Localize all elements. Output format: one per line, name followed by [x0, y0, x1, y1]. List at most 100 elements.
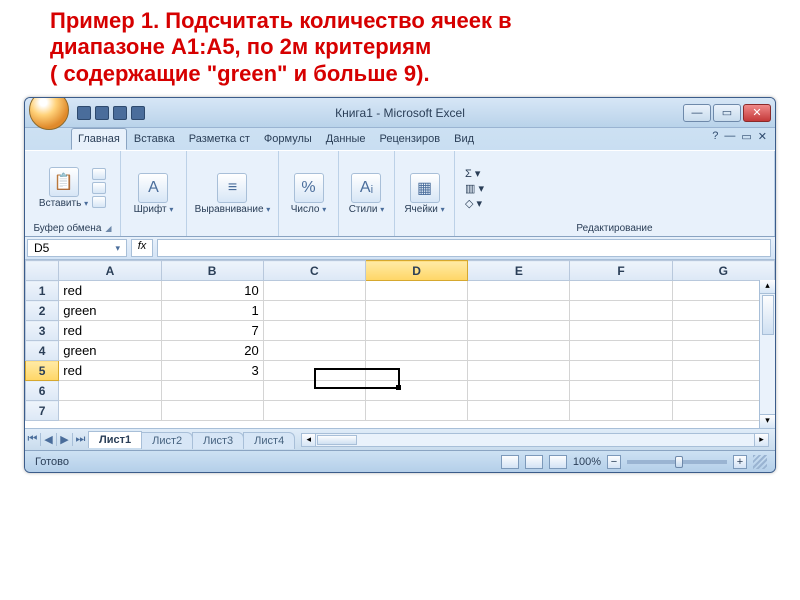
- cell-E7[interactable]: [468, 401, 570, 421]
- zoom-out-button[interactable]: −: [607, 455, 621, 469]
- font-icon[interactable]: A: [138, 173, 168, 203]
- clipboard-dialog-launcher-icon[interactable]: ◢: [101, 224, 111, 233]
- cell-E5[interactable]: [468, 361, 570, 381]
- number-icon[interactable]: %: [294, 173, 324, 203]
- tab-review[interactable]: Рецензиров: [373, 128, 448, 150]
- cell-B2[interactable]: 1: [161, 301, 263, 321]
- cell-C7[interactable]: [263, 401, 365, 421]
- name-box[interactable]: D5 ▾: [27, 239, 127, 257]
- cell-D2[interactable]: [365, 301, 467, 321]
- autosum-button[interactable]: Σ ▾: [465, 167, 484, 180]
- cell-D4[interactable]: [365, 341, 467, 361]
- insert-function-button[interactable]: fx: [131, 239, 153, 257]
- cell-D3[interactable]: [365, 321, 467, 341]
- cell-F1[interactable]: [570, 281, 672, 301]
- cell-E4[interactable]: [468, 341, 570, 361]
- row-header-5[interactable]: 5: [26, 361, 59, 381]
- scroll-down-icon[interactable]: ▾: [760, 414, 775, 428]
- font-label[interactable]: Шрифт: [134, 204, 167, 215]
- cell-F5[interactable]: [570, 361, 672, 381]
- cell-C3[interactable]: [263, 321, 365, 341]
- col-header-E[interactable]: E: [468, 261, 570, 281]
- format-painter-icon[interactable]: [92, 196, 106, 208]
- clear-button[interactable]: ◇ ▾: [465, 197, 484, 210]
- cell-D7[interactable]: [365, 401, 467, 421]
- cell-F2[interactable]: [570, 301, 672, 321]
- cell-A1[interactable]: red: [59, 281, 161, 301]
- row-header-1[interactable]: 1: [26, 281, 59, 301]
- cell-E1[interactable]: [468, 281, 570, 301]
- cell-B6[interactable]: [161, 381, 263, 401]
- zoom-slider[interactable]: [627, 460, 727, 464]
- resize-grip-icon[interactable]: [753, 455, 767, 469]
- cell-B4[interactable]: 20: [161, 341, 263, 361]
- cells-label[interactable]: Ячейки: [404, 204, 438, 215]
- cell-B3[interactable]: 7: [161, 321, 263, 341]
- horizontal-scrollbar[interactable]: ◂ ▸: [301, 433, 769, 447]
- cell-B7[interactable]: [161, 401, 263, 421]
- sheet-tab-1[interactable]: Лист1: [88, 431, 142, 448]
- number-label[interactable]: Число: [291, 204, 320, 215]
- cell-E2[interactable]: [468, 301, 570, 321]
- view-normal-button[interactable]: [501, 455, 519, 469]
- cell-E3[interactable]: [468, 321, 570, 341]
- cell-B1[interactable]: 10: [161, 281, 263, 301]
- styles-icon[interactable]: Aᵢ: [351, 173, 381, 203]
- tab-view[interactable]: Вид: [447, 128, 481, 150]
- mdi-minimize-icon[interactable]: —: [724, 130, 735, 150]
- copy-icon[interactable]: [92, 182, 106, 194]
- tab-nav-last-icon[interactable]: ⏭: [73, 433, 89, 446]
- cell-C1[interactable]: [263, 281, 365, 301]
- sheet-tab-2[interactable]: Лист2: [141, 432, 193, 449]
- cell-C2[interactable]: [263, 301, 365, 321]
- mdi-restore-icon[interactable]: ▭: [741, 130, 751, 150]
- cell-A6[interactable]: [59, 381, 161, 401]
- cell-A3[interactable]: red: [59, 321, 161, 341]
- cells-icon[interactable]: ▦: [410, 173, 440, 203]
- styles-label[interactable]: Стили: [349, 204, 378, 215]
- hscroll-thumb[interactable]: [317, 435, 357, 445]
- tab-insert[interactable]: Вставка: [127, 128, 182, 150]
- vscroll-thumb[interactable]: [762, 295, 774, 335]
- fill-button[interactable]: ▥ ▾: [465, 182, 484, 195]
- cell-B5[interactable]: 3: [161, 361, 263, 381]
- scroll-left-icon[interactable]: ◂: [302, 434, 316, 446]
- sheet-tab-4[interactable]: Лист4: [243, 432, 295, 449]
- vertical-scrollbar[interactable]: ▴ ▾: [759, 280, 775, 428]
- col-header-B[interactable]: B: [161, 261, 263, 281]
- tab-data[interactable]: Данные: [319, 128, 373, 150]
- zoom-slider-knob[interactable]: [675, 456, 683, 468]
- view-page-layout-button[interactable]: [525, 455, 543, 469]
- scroll-right-icon[interactable]: ▸: [754, 434, 768, 446]
- cell-F4[interactable]: [570, 341, 672, 361]
- row-header-6[interactable]: 6: [26, 381, 59, 401]
- col-header-C[interactable]: C: [263, 261, 365, 281]
- row-header-2[interactable]: 2: [26, 301, 59, 321]
- zoom-in-button[interactable]: +: [733, 455, 747, 469]
- row-header-3[interactable]: 3: [26, 321, 59, 341]
- mdi-close-icon[interactable]: ✕: [758, 130, 767, 150]
- formula-input[interactable]: [157, 239, 771, 257]
- cell-A5[interactable]: red: [59, 361, 161, 381]
- cell-A2[interactable]: green: [59, 301, 161, 321]
- tab-home[interactable]: Главная: [71, 128, 127, 150]
- cell-F6[interactable]: [570, 381, 672, 401]
- cell-A4[interactable]: green: [59, 341, 161, 361]
- cell-C4[interactable]: [263, 341, 365, 361]
- cell-A7[interactable]: [59, 401, 161, 421]
- help-icon[interactable]: ?: [712, 130, 718, 150]
- tab-formulas[interactable]: Формулы: [257, 128, 319, 150]
- tab-nav-next-icon[interactable]: ▶: [57, 433, 73, 446]
- select-all-corner[interactable]: [26, 261, 59, 281]
- tab-nav-prev-icon[interactable]: ◀: [41, 433, 57, 446]
- view-page-break-button[interactable]: [549, 455, 567, 469]
- cell-D1[interactable]: [365, 281, 467, 301]
- col-header-D[interactable]: D: [365, 261, 467, 281]
- name-box-dropdown-icon[interactable]: ▾: [115, 243, 120, 254]
- cell-F7[interactable]: [570, 401, 672, 421]
- cell-F3[interactable]: [570, 321, 672, 341]
- row-header-4[interactable]: 4: [26, 341, 59, 361]
- tab-nav-first-icon[interactable]: ⏮: [25, 433, 41, 446]
- sheet-tab-3[interactable]: Лист3: [192, 432, 244, 449]
- col-header-G[interactable]: G: [672, 261, 774, 281]
